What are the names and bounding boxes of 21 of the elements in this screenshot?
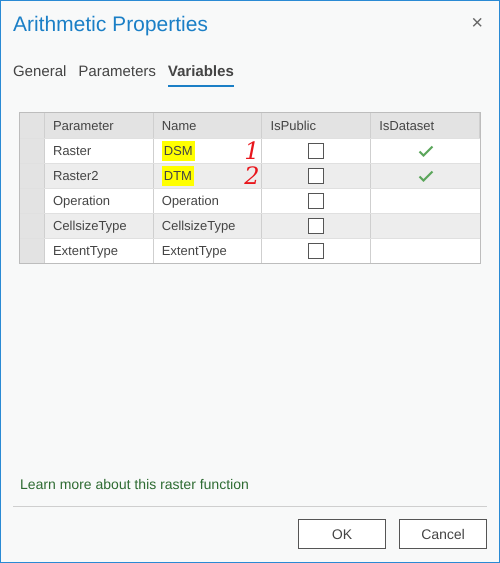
- table-cell-text: CellsizeType: [162, 217, 236, 236]
- checkbox[interactable]: [308, 143, 324, 159]
- table-cell: ExtentType: [44, 239, 154, 263]
- checkbox[interactable]: [308, 168, 324, 184]
- learn-more-link[interactable]: Learn more about this raster function: [20, 474, 499, 495]
- table-cell-text: Operation: [162, 192, 219, 210]
- handwritten-number: 1: [244, 139, 260, 163]
- window-title: Arithmetic Properties: [13, 12, 208, 38]
- close-button[interactable]: ×: [471, 13, 483, 33]
- tab[interactable]: Variables: [168, 60, 234, 87]
- checkbox[interactable]: [308, 243, 324, 259]
- checkbox[interactable]: [308, 193, 324, 209]
- checkbox[interactable]: [308, 218, 324, 234]
- handwritten-number: 2: [244, 164, 260, 188]
- table-cell: DSM: [162, 141, 195, 161]
- tab[interactable]: General: [13, 60, 66, 87]
- dialog-button[interactable]: OK: [298, 519, 386, 549]
- tab[interactable]: Parameters: [78, 60, 156, 87]
- dialog-button[interactable]: Cancel: [399, 519, 487, 549]
- table-cell: DTM: [162, 166, 194, 186]
- table-cell-text: ExtentType: [162, 242, 227, 260]
